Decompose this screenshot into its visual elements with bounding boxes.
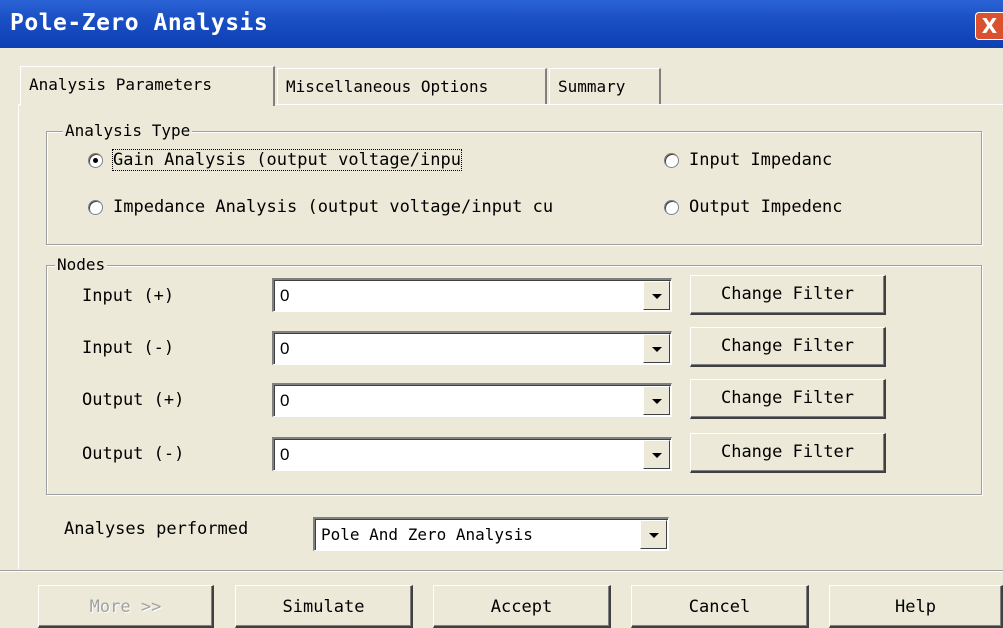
chevron-down-icon[interactable] — [643, 281, 670, 310]
combo-value: 0 — [280, 286, 290, 305]
radio-output-impedance[interactable]: Output Impedenc — [664, 197, 904, 217]
radio-gain-analysis[interactable]: Gain Analysis (output voltage/inpu — [88, 149, 548, 171]
accept-button[interactable]: Accept — [433, 585, 611, 628]
analysis-type-title: Analysis Type — [63, 121, 193, 140]
chevron-down-icon[interactable] — [640, 520, 667, 549]
nodes-title: Nodes — [55, 255, 108, 274]
output-impedance-label: Output Impedenc — [689, 197, 843, 217]
node-label-output-minus: Output (-) — [82, 444, 185, 464]
tab-summary[interactable]: Summary — [549, 68, 661, 104]
radio-button[interactable] — [664, 199, 679, 215]
node-output-plus-select[interactable]: 0 — [272, 383, 672, 417]
chevron-down-icon[interactable] — [643, 386, 670, 415]
title-bar[interactable]: Pole-Zero Analysis X — [0, 0, 1003, 48]
combo-value: 0 — [280, 445, 290, 464]
radio-input-impedance[interactable]: Input Impedanc — [664, 150, 904, 170]
impedance-analysis-label: Impedance Analysis (output voltage/input… — [113, 197, 554, 217]
analyses-performed-select[interactable]: Pole And Zero Analysis — [313, 517, 669, 551]
radio-button[interactable] — [88, 199, 103, 215]
more-button[interactable]: More >> — [38, 585, 214, 628]
radio-button[interactable] — [88, 152, 103, 168]
chevron-down-icon[interactable] — [643, 440, 670, 469]
simulate-button[interactable]: Simulate — [235, 585, 413, 628]
close-icon[interactable]: X — [975, 12, 1003, 40]
change-filter-button[interactable]: Change Filter — [690, 433, 886, 473]
node-label-output-plus: Output (+) — [82, 390, 185, 410]
combo-value: 0 — [280, 339, 290, 358]
tab-miscellaneous-options[interactable]: Miscellaneous Options — [277, 68, 547, 104]
node-input-plus-select[interactable]: 0 — [272, 278, 672, 312]
analyses-performed-label: Analyses performed — [64, 519, 249, 539]
combo-value: Pole And Zero Analysis — [321, 525, 533, 544]
change-filter-button[interactable]: Change Filter — [690, 379, 886, 419]
gain-analysis-label: Gain Analysis (output voltage/inpu — [112, 149, 462, 171]
cancel-button[interactable]: Cancel — [631, 585, 809, 628]
help-button[interactable]: Help — [829, 585, 1003, 628]
node-label-input-minus: Input (-) — [82, 338, 175, 358]
node-output-minus-select[interactable]: 0 — [272, 437, 672, 471]
change-filter-button[interactable]: Change Filter — [690, 327, 886, 367]
radio-button[interactable] — [664, 152, 679, 168]
change-filter-button[interactable]: Change Filter — [690, 275, 886, 315]
node-input-minus-select[interactable]: 0 — [272, 331, 672, 365]
radio-impedance-analysis[interactable]: Impedance Analysis (output voltage/input… — [88, 197, 660, 217]
chevron-down-icon[interactable] — [643, 334, 670, 363]
combo-value: 0 — [280, 391, 290, 410]
tab-analysis-parameters[interactable]: Analysis Parameters — [20, 66, 275, 106]
window-title: Pole-Zero Analysis — [10, 10, 269, 36]
input-impedance-label: Input Impedanc — [689, 150, 833, 170]
node-label-input-plus: Input (+) — [82, 286, 175, 306]
analysis-type-group: Analysis Type — [46, 121, 982, 245]
separator — [0, 570, 1003, 572]
